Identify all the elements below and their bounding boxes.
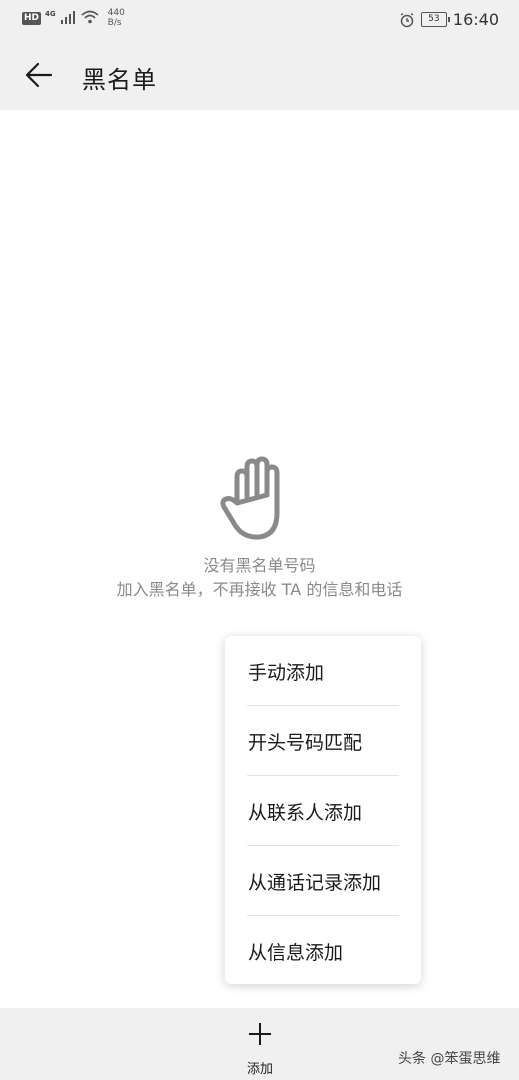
bottom-bar: 添加 xyxy=(0,1008,519,1080)
speed-unit: B/s xyxy=(107,18,122,28)
alarm-icon xyxy=(400,12,414,27)
battery-icon: 53 xyxy=(420,12,450,27)
empty-title: 没有黑名单号码 xyxy=(203,556,316,575)
status-right: 53 16:40 xyxy=(399,10,499,29)
menu-item-from-messages[interactable]: 从信息添加 xyxy=(225,916,421,986)
menu-item-label: 从联系人添加 xyxy=(248,801,363,824)
network-speed: 440 B/s xyxy=(108,8,125,28)
add-menu-popup: 手动添加 开头号码匹配 从联系人添加 从通话记录添加 从信息添加 xyxy=(225,636,421,984)
app-bar: 黑名单 xyxy=(0,40,519,110)
menu-item-from-call-log[interactable]: 从通话记录添加 xyxy=(225,846,421,916)
hand-icon xyxy=(220,456,280,540)
signal-icon xyxy=(60,11,75,24)
back-button[interactable] xyxy=(22,58,56,92)
network-type: 4G xyxy=(45,10,56,18)
status-bar: HD 4G 440 B/s 53 16:40 xyxy=(0,0,519,40)
menu-item-label: 手动添加 xyxy=(248,661,325,684)
menu-item-label: 从通话记录添加 xyxy=(248,871,382,894)
status-left: HD 4G 440 B/s xyxy=(22,8,125,28)
clock: 16:40 xyxy=(452,10,499,29)
speed-value: 440 xyxy=(107,8,125,18)
arrow-left-icon xyxy=(25,62,53,88)
add-button[interactable]: 添加 xyxy=(230,1018,290,1078)
hd-badge: HD xyxy=(22,12,42,25)
wifi-icon xyxy=(81,10,99,24)
menu-item-label: 从信息添加 xyxy=(248,941,344,964)
menu-item-manual-add[interactable]: 手动添加 xyxy=(225,636,421,706)
page-title: 黑名单 xyxy=(82,66,157,94)
watermark: 头条 @笨蛋思维 xyxy=(398,1051,501,1067)
empty-subtitle: 加入黑名单，不再接收 TA 的信息和电话 xyxy=(116,580,403,599)
menu-item-from-contacts[interactable]: 从联系人添加 xyxy=(225,776,421,846)
add-label: 添加 xyxy=(246,1062,273,1077)
battery-level: 53 xyxy=(428,14,440,24)
plus-icon xyxy=(249,1023,271,1045)
menu-item-prefix-match[interactable]: 开头号码匹配 xyxy=(225,706,421,776)
menu-item-label: 开头号码匹配 xyxy=(248,731,363,754)
